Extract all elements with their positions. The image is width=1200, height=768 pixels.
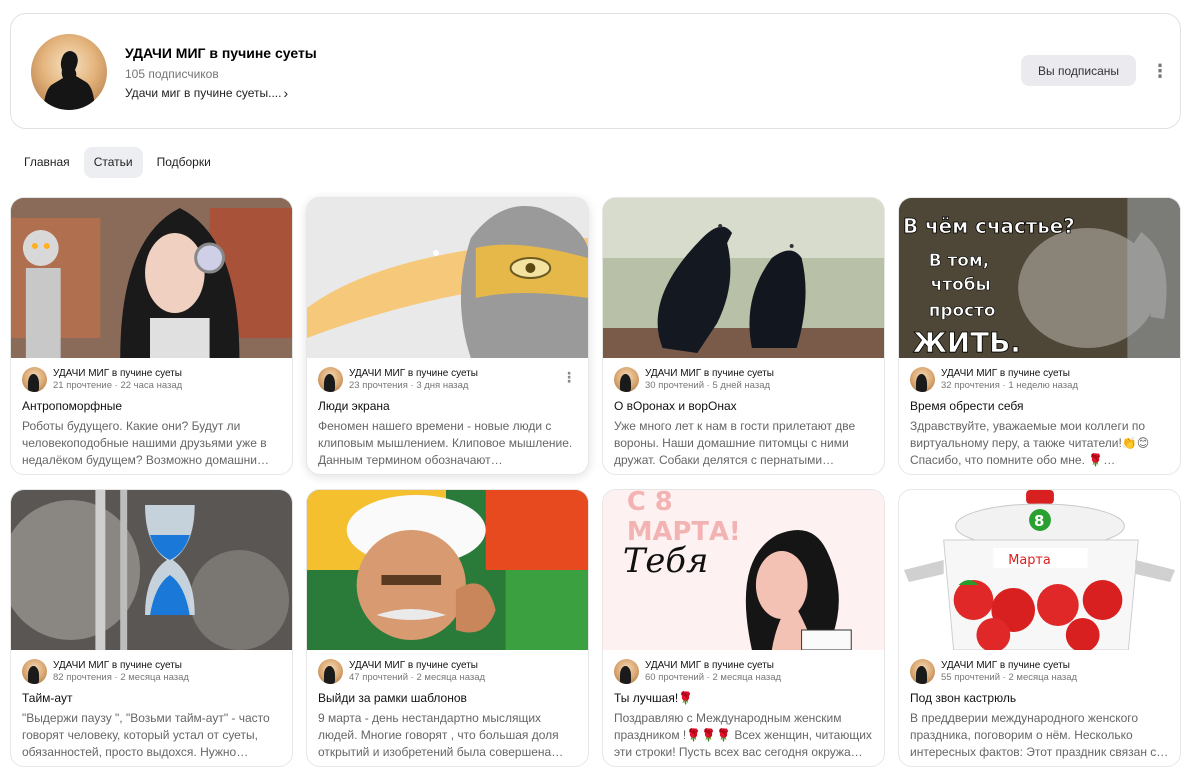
subscriber-count: 105 подписчиков xyxy=(125,67,219,81)
tab-collections[interactable]: Подборки xyxy=(147,147,221,178)
author-avatar[interactable] xyxy=(318,367,343,392)
author-avatar[interactable] xyxy=(910,659,935,684)
channel-header: УДАЧИ МИГ в пучине суеты 105 подписчиков… xyxy=(10,13,1181,129)
article-card[interactable]: УДАЧИ МИГ в пучине суеты 30 прочтений · … xyxy=(602,197,885,475)
author-avatar[interactable] xyxy=(614,367,639,392)
article-stats: 21 прочтение · 22 часа назад xyxy=(53,379,183,391)
article-snippet: Роботы будущего. Какие они? Будут ли чел… xyxy=(22,419,269,467)
article-card[interactable]: УДАЧИ МИГ в пучине суеты 21 прочтение · … xyxy=(10,197,293,475)
article-title[interactable]: Под звон кастрюль xyxy=(910,691,1016,705)
article-stats: 55 прочтений · 2 месяца назад xyxy=(941,671,1078,683)
author-name[interactable]: УДАЧИ МИГ в пучине суеты xyxy=(941,660,1077,672)
cover-text: Тебя xyxy=(623,541,708,580)
tab-bar: Главная Статьи Подборки xyxy=(14,147,221,178)
card-meta: УДАЧИ МИГ в пучине суеты 32 прочтения · … xyxy=(910,367,1078,392)
card-more-icon[interactable]: ⋮ xyxy=(562,370,576,384)
cover-text: ЖИТЬ. xyxy=(913,326,1021,358)
tab-articles[interactable]: Статьи xyxy=(83,147,143,178)
article-card[interactable]: С 8 МАРТА! Тебя УДАЧИ МИГ в пучине суеты… xyxy=(602,489,885,767)
card-meta: УДАЧИ МИГ в пучине суеты 21 прочтение · … xyxy=(22,367,182,392)
cover-text: просто xyxy=(929,300,996,320)
article-card[interactable]: УДАЧИ МИГ в пучине суеты 47 прочтений · … xyxy=(306,489,589,767)
card-meta: УДАЧИ МИГ в пучине суеты 23 прочтения · … xyxy=(318,367,478,392)
channel-description[interactable]: Удачи миг в пучине суеты.... › xyxy=(125,86,317,100)
article-snippet: Поздравляю с Международным женским празд… xyxy=(614,711,872,759)
channel-title[interactable]: УДАЧИ МИГ в пучине суеты xyxy=(125,45,317,61)
author-name[interactable]: УДАЧИ МИГ в пучине суеты xyxy=(53,368,182,380)
author-name[interactable]: УДАЧИ МИГ в пучине суеты xyxy=(645,368,774,380)
silhouette-icon xyxy=(43,51,95,110)
card-meta: УДАЧИ МИГ в пучине суеты 47 прочтений · … xyxy=(318,659,485,684)
card-meta: УДАЧИ МИГ в пучине суеты 60 прочтений · … xyxy=(614,659,781,684)
article-title[interactable]: О вОронах и ворОнах xyxy=(614,399,737,413)
cover-text: В том, xyxy=(929,250,989,270)
card-meta: УДАЧИ МИГ в пучине суеты 82 прочтения · … xyxy=(22,659,189,684)
article-card[interactable]: 8 Марта УДАЧИ МИГ в пучине суеты 55 проч… xyxy=(898,489,1181,767)
author-name[interactable]: УДАЧИ МИГ в пучине суеты xyxy=(53,660,189,672)
more-vertical-icon[interactable]: ⋮ xyxy=(1151,60,1169,82)
article-stats: 82 прочтения · 2 месяца назад xyxy=(53,671,189,683)
hourglass-image xyxy=(11,490,292,650)
author-name[interactable]: УДАЧИ МИГ в пучине суеты xyxy=(941,368,1078,380)
article-card[interactable]: В чём счастье? В том, чтобы просто ЖИТЬ.… xyxy=(898,197,1181,475)
article-title[interactable]: Люди экрана xyxy=(318,399,390,413)
author-name[interactable]: УДАЧИ МИГ в пучине суеты xyxy=(349,660,485,672)
author-avatar[interactable] xyxy=(614,659,639,684)
card-meta: УДАЧИ МИГ в пучине суеты 30 прочтений · … xyxy=(614,367,774,392)
cover-text: 8 xyxy=(1034,512,1044,530)
einstein-image xyxy=(307,490,588,650)
article-snippet: В преддверии международного женского пра… xyxy=(910,711,1169,759)
crows-image xyxy=(603,198,884,358)
chevron-right-icon: › xyxy=(283,85,289,101)
article-snippet: Феномен нашего времени - новые люди с кл… xyxy=(318,419,573,467)
article-title[interactable]: Антропоморфные xyxy=(22,399,122,413)
article-title[interactable]: Тайм-аут xyxy=(22,691,72,705)
tab-main[interactable]: Главная xyxy=(14,147,80,178)
cover-text: С 8 xyxy=(627,490,673,517)
article-card[interactable]: УДАЧИ МИГ в пучине суеты 23 прочтения · … xyxy=(306,197,589,475)
article-snippet: Здравствуйте, уважаемые мои коллеги по в… xyxy=(910,419,1150,467)
article-stats: 47 прочтений · 2 месяца назад xyxy=(349,671,486,683)
article-snippet: Уже много лет к нам в гости прилетают дв… xyxy=(614,419,856,467)
article-stats: 32 прочтения · 1 неделю назад xyxy=(941,379,1078,391)
card-meta: УДАЧИ МИГ в пучине суеты 55 прочтений · … xyxy=(910,659,1077,684)
author-avatar[interactable] xyxy=(22,659,47,684)
author-avatar[interactable] xyxy=(22,367,47,392)
channel-avatar[interactable] xyxy=(31,34,107,110)
author-name[interactable]: УДАЧИ МИГ в пучине суеты xyxy=(349,368,478,380)
statue-image xyxy=(307,198,588,358)
woman-illustration-image: С 8 МАРТА! Тебя xyxy=(603,490,884,650)
pot-image: 8 Марта xyxy=(899,490,1180,650)
author-avatar[interactable] xyxy=(910,367,935,392)
channel-description-text: Удачи миг в пучине суеты.... xyxy=(125,86,282,100)
author-avatar[interactable] xyxy=(318,659,343,684)
article-snippet: 9 марта - день нестандартно мыслящих люд… xyxy=(318,711,564,759)
article-stats: 23 прочтения · 3 дня назад xyxy=(349,379,469,391)
cover-text: Марта xyxy=(1008,553,1051,568)
article-stats: 60 прочтений · 2 месяца назад xyxy=(645,671,782,683)
article-title[interactable]: Время обрести себя xyxy=(910,399,1024,413)
author-name[interactable]: УДАЧИ МИГ в пучине суеты xyxy=(645,660,781,672)
subscribed-button[interactable]: Вы подписаны xyxy=(1021,55,1136,86)
article-stats: 30 прочтений · 5 дней назад xyxy=(645,379,771,391)
elephant-image: В чём счастье? В том, чтобы просто ЖИТЬ. xyxy=(899,198,1180,358)
article-card[interactable]: УДАЧИ МИГ в пучине суеты 82 прочтения · … xyxy=(10,489,293,767)
robot-girl-image xyxy=(11,198,292,358)
cover-text: В чём счастье? xyxy=(903,215,1075,238)
article-snippet: "Выдержи паузу ", "Возьми тайм-аут" - ча… xyxy=(22,711,270,759)
cover-text: чтобы xyxy=(931,274,991,294)
article-title[interactable]: Выйди за рамки шаблонов xyxy=(318,691,467,705)
article-title[interactable]: Ты лучшая!🌹 xyxy=(614,691,693,705)
